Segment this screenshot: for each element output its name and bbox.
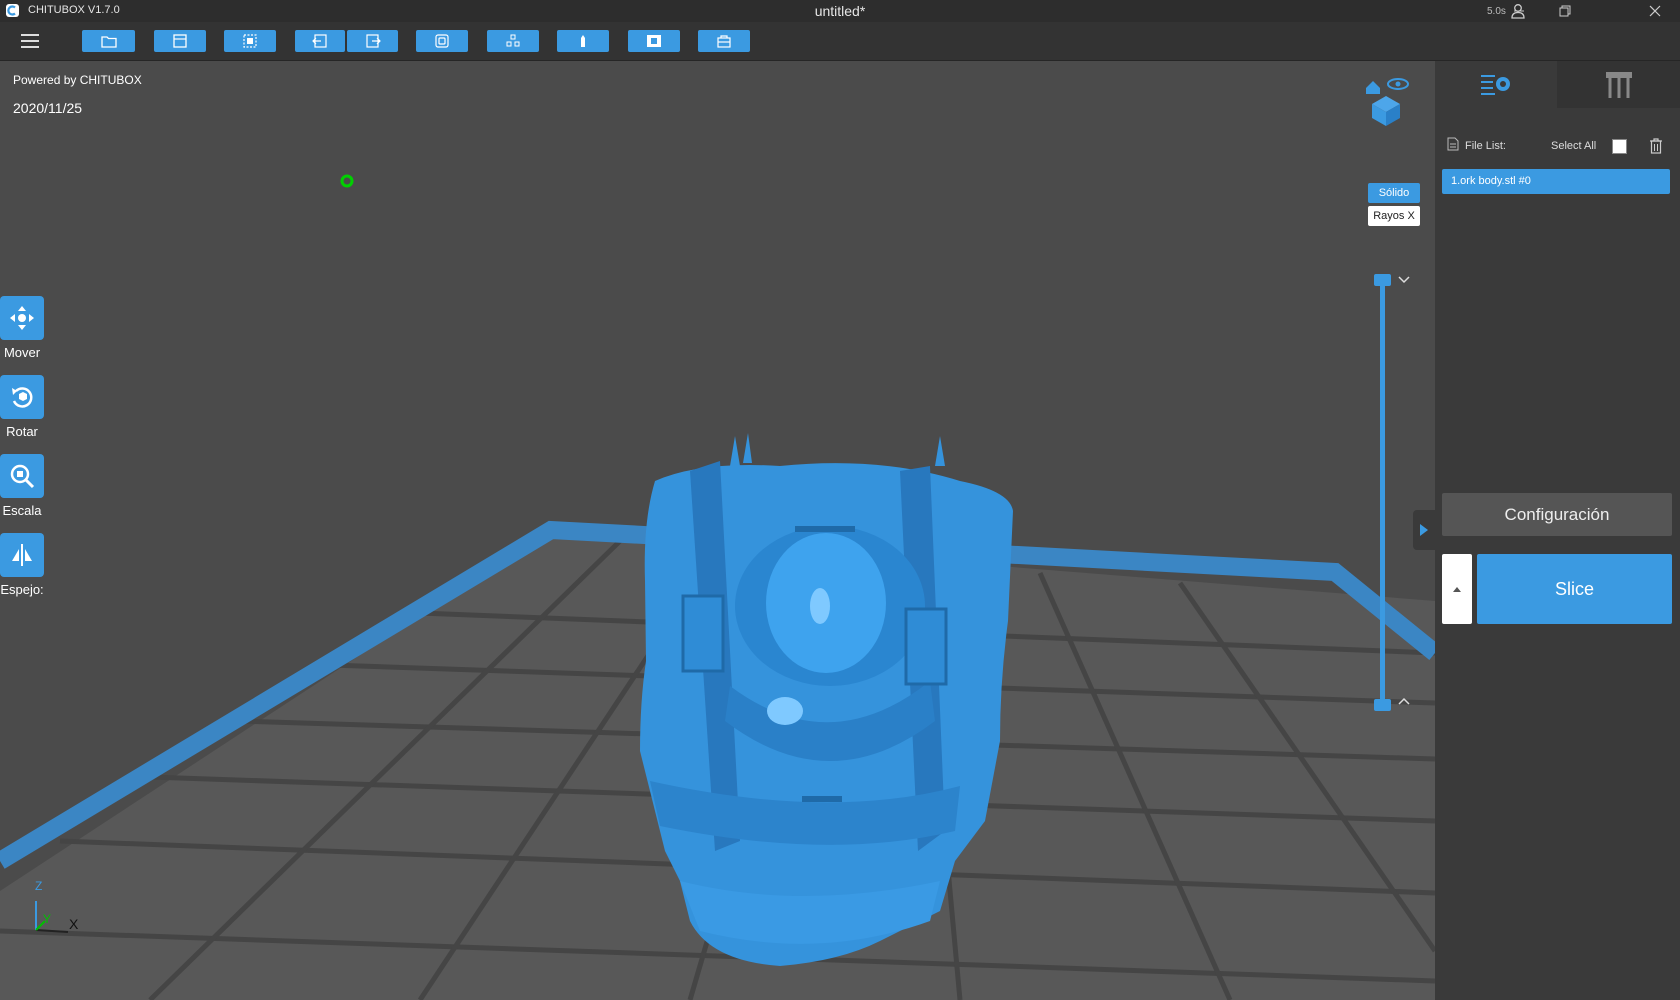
tool-mirror[interactable]: Espejo: [0, 533, 44, 597]
minimize-icon [1514, 10, 1524, 12]
layer-slider-top-handle[interactable] [1374, 274, 1391, 286]
mirror-icon[interactable] [0, 533, 44, 577]
build-plate-scene [0, 174, 1435, 1000]
3d-viewport[interactable]: Powered by CHITUBOX 2020/11/25 Z Y X Sól… [0, 61, 1435, 1000]
eye-icon[interactable] [1387, 78, 1409, 90]
tool-scale-label: Escala [2, 503, 42, 518]
caret-up-icon [1453, 587, 1461, 592]
axis-x-label: X [69, 916, 79, 932]
title-bar: CHITUBOX V1.7.0 untitled* 5.0s [0, 0, 1680, 22]
redo-icon [365, 34, 381, 48]
select-icon [243, 34, 257, 48]
copy-icon [435, 34, 449, 48]
copy-button[interactable] [416, 30, 468, 52]
trash-icon[interactable] [1649, 138, 1663, 154]
tab-support[interactable] [1557, 61, 1680, 108]
xray-mode-button[interactable]: Rayos X [1368, 206, 1420, 226]
minimize-button[interactable] [1496, 0, 1542, 22]
select-all-checkbox[interactable] [1612, 139, 1627, 154]
support-button[interactable] [557, 30, 609, 52]
close-button[interactable] [1632, 0, 1678, 22]
right-sidebar: File List: Select All 1.ork body.stl #0 … [1435, 61, 1680, 1000]
open-file-icon [100, 36, 117, 48]
tool-rotate[interactable]: Rotar [0, 375, 44, 439]
configuration-button[interactable]: Configuración [1442, 493, 1672, 536]
chevron-up-icon[interactable] [1398, 697, 1410, 705]
app-name: CHITUBOX V1.7.0 [28, 4, 120, 16]
hollow-icon [647, 35, 661, 47]
tool-move-label: Mover [3, 345, 41, 360]
document-title: untitled* [814, 3, 866, 19]
axis-z-label: Z [35, 879, 43, 893]
redo-button[interactable] [347, 30, 398, 52]
view-cube[interactable] [1360, 72, 1416, 126]
save-icon [173, 34, 187, 48]
hamburger-menu-icon[interactable] [18, 31, 42, 51]
tool-mirror-label: Espejo: [0, 582, 44, 597]
solid-mode-button[interactable]: Sólido [1368, 183, 1420, 203]
powered-by-label: Powered by CHITUBOX [13, 73, 142, 87]
slice-options-button[interactable] [1442, 554, 1472, 624]
settings-list-icon [1481, 74, 1510, 95]
select-button[interactable] [224, 30, 276, 52]
axis-y-label: Y [43, 912, 52, 926]
save-button[interactable] [154, 30, 206, 52]
move-icon[interactable] [0, 296, 44, 340]
sidebar-collapse-button[interactable] [1413, 510, 1435, 550]
tool-scale[interactable]: Escala [0, 454, 44, 518]
slice-button[interactable]: Slice [1477, 554, 1672, 624]
layer-slider-bottom-handle[interactable] [1374, 699, 1391, 711]
layer-slider-track[interactable] [1380, 281, 1385, 705]
file-list-label: File List: [1465, 140, 1506, 152]
origin-marker-icon [340, 174, 354, 188]
undo-icon [312, 34, 327, 48]
tool-rotate-label: Rotar [6, 424, 38, 439]
date-label: 2020/11/25 [13, 100, 83, 116]
undo-button[interactable] [295, 30, 345, 52]
dig-hole-button[interactable] [698, 30, 750, 52]
support-icon [581, 35, 585, 47]
tab-model-settings[interactable] [1435, 61, 1557, 108]
select-all-label: Select All [1551, 140, 1597, 152]
file-list-item[interactable]: 1.ork body.stl #0 [1442, 169, 1670, 194]
document-icon [1447, 137, 1459, 151]
arrange-button[interactable] [487, 30, 539, 52]
supports-icon [1605, 71, 1632, 98]
play-arrow-icon [1420, 524, 1428, 536]
tool-move[interactable]: Mover [0, 296, 44, 360]
chevron-down-icon[interactable] [1398, 276, 1410, 284]
home-view-icon[interactable] [1366, 81, 1380, 94]
dig-hole-icon [717, 35, 731, 48]
restore-button[interactable] [1542, 0, 1588, 22]
arrange-icon [506, 34, 520, 47]
hollow-button[interactable] [628, 30, 680, 52]
scale-icon[interactable] [0, 454, 44, 498]
main-toolbar [0, 22, 1680, 61]
close-icon [1649, 5, 1661, 17]
restore-icon [1559, 5, 1571, 17]
rotate-icon[interactable] [0, 375, 44, 419]
open-file-button[interactable] [82, 30, 135, 52]
chitubox-logo-icon [6, 4, 19, 17]
